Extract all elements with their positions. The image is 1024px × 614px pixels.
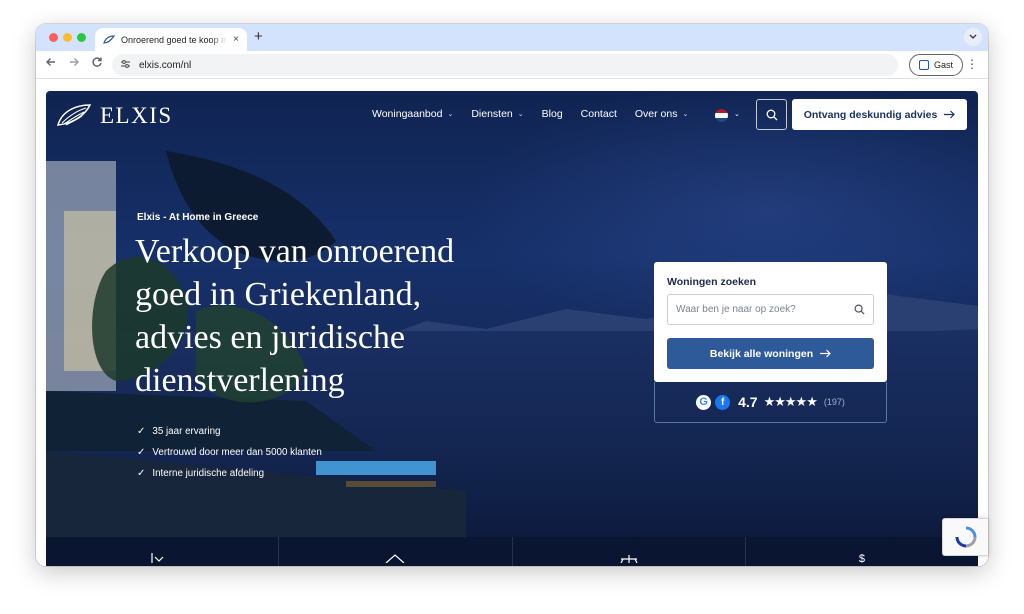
- elxis-logo[interactable]: ELXIS: [56, 103, 173, 129]
- recaptcha-icon: [955, 526, 976, 548]
- benefit-item: ✓ Interne juridische afdeling: [137, 463, 322, 484]
- arrow-right-icon: [70, 58, 79, 66]
- site-search-button[interactable]: [756, 99, 787, 130]
- close-window-button[interactable]: [49, 33, 58, 42]
- benefit-text: Vertrouwd door meer dan 5000 klanten: [152, 447, 322, 458]
- browser-window: Onroerend goed te koop in Griekenland × …: [36, 24, 988, 566]
- new-tab-button[interactable]: +: [254, 28, 263, 45]
- nav-item-contact[interactable]: Contact: [581, 108, 617, 120]
- benefit-item: ✓ Vertrouwd door meer dan 5000 klanten: [137, 442, 322, 463]
- check-icon: ✓: [137, 447, 146, 458]
- benefit-item: ✓ 35 jaar ervaring: [137, 421, 322, 442]
- nav-item-label: Over ons: [634, 108, 678, 120]
- shell-logo-icon: [56, 104, 92, 126]
- feature-item[interactable]: [279, 537, 513, 566]
- hero-section: ELXIS Woningaanbod ⌄ Diensten ⌄ Blog Con…: [46, 91, 978, 566]
- cta-label: Ontvang deskundig advies: [803, 108, 938, 121]
- nav-item-blog[interactable]: Blog: [542, 108, 563, 120]
- more-options-icon[interactable]: ⋮: [966, 57, 978, 71]
- arrow-right-icon: [820, 349, 831, 358]
- forward-button[interactable]: [68, 56, 80, 71]
- back-button[interactable]: [45, 56, 57, 71]
- review-rating-bar[interactable]: G f 4.7 ★★★★★ (197): [654, 382, 887, 423]
- nav-item-label: Contact: [580, 108, 617, 120]
- chevron-down-icon: ⌄: [517, 111, 524, 118]
- property-search-input[interactable]: Waar ben je naar op zoek?: [667, 294, 874, 325]
- browser-toolbar: elxis.com/nl Gast ⋮: [36, 51, 988, 79]
- check-icon: ✓: [137, 468, 146, 479]
- chart-line-icon: [151, 553, 164, 563]
- tab-search-button[interactable]: [964, 28, 982, 46]
- logo-text: ELXIS: [100, 103, 173, 128]
- profile-button[interactable]: Gast: [909, 54, 964, 76]
- rating-score: 4.7: [738, 394, 758, 410]
- facebook-icon: f: [715, 394, 731, 410]
- chevron-down-icon[interactable]: ⌄: [734, 110, 740, 118]
- maximize-window-button[interactable]: [77, 33, 86, 42]
- benefits-list: ✓ 35 jaar ervaring ✓ Vertrouwd door meer d…: [137, 421, 322, 484]
- feature-item[interactable]: [513, 537, 746, 566]
- person-icon: [919, 60, 929, 70]
- chevron-down-icon: [969, 34, 977, 39]
- expert-advice-button[interactable]: Ontvang deskundig advies: [792, 99, 967, 130]
- benefit-text: Interne juridische afdeling: [152, 468, 265, 479]
- url-text[interactable]: elxis.com/nl: [139, 60, 191, 71]
- dollar-icon: $: [858, 553, 865, 565]
- nav-item-woningaanbod[interactable]: Woningaanbod ⌄: [372, 108, 453, 120]
- hero-headline: Verkoop van onroerend goed in Griekenlan…: [135, 233, 455, 399]
- review-count: (197): [823, 397, 845, 407]
- search-card-title: Woningen zoeken: [667, 276, 757, 288]
- profile-label: Gast: [934, 60, 954, 70]
- page-viewport: ELXIS Woningaanbod ⌄ Diensten ⌄ Blog Con…: [36, 79, 988, 566]
- nav-item-label: Diensten: [471, 108, 513, 120]
- recaptcha-badge[interactable]: [942, 518, 988, 556]
- reload-button[interactable]: [91, 56, 103, 71]
- search-placeholder: Waar ben je naar op zoek?: [676, 304, 796, 315]
- star-rating-icon: ★★★★★: [763, 394, 818, 409]
- arrow-left-icon: [46, 58, 55, 66]
- scales-icon: [620, 555, 638, 563]
- chevron-down-icon: ⌄: [447, 111, 454, 118]
- elxis-favicon-icon: [103, 34, 115, 45]
- chevron-down-icon: ⌄: [682, 111, 689, 118]
- tab-strip: Onroerend goed te koop in Griekenland × …: [36, 24, 988, 51]
- nav-item-label: Blog: [541, 108, 563, 120]
- language-selector[interactable]: [715, 109, 728, 122]
- button-label: Bekijk alle woningen: [709, 347, 814, 360]
- minimize-window-button[interactable]: [63, 33, 72, 42]
- nav-item-over-ons[interactable]: Over ons ⌄: [635, 108, 688, 120]
- check-icon: ✓: [137, 426, 146, 437]
- nav-item-diensten[interactable]: Diensten ⌄: [471, 108, 523, 120]
- site-settings-icon[interactable]: [120, 59, 131, 72]
- house-icon: [385, 554, 405, 563]
- benefit-text: 35 jaar ervaring: [152, 426, 221, 437]
- feature-bar: $: [46, 537, 978, 566]
- view-all-properties-button[interactable]: Bekijk alle woningen: [667, 338, 874, 369]
- google-icon: G: [696, 394, 712, 410]
- address-bar[interactable]: elxis.com/nl: [112, 54, 898, 76]
- browser-tab[interactable]: Onroerend goed te koop in Griekenland ×: [95, 28, 247, 51]
- feature-item[interactable]: [46, 537, 280, 566]
- close-tab-icon[interactable]: ×: [233, 34, 239, 45]
- property-search-card: Woningen zoeken Waar ben je naar op zoek…: [654, 262, 887, 382]
- search-icon: [766, 109, 777, 120]
- main-navigation: Woningaanbod ⌄ Diensten ⌄ Blog Contact O…: [372, 108, 688, 120]
- arrow-right-icon: [944, 110, 956, 119]
- search-icon[interactable]: [854, 304, 865, 315]
- hero-eyebrow: Elxis - At Home in Greece: [137, 212, 259, 223]
- nav-item-label: Woningaanbod: [372, 108, 443, 120]
- reload-icon: [92, 57, 102, 67]
- tab-title: Onroerend goed te koop in Griekenland: [121, 34, 228, 45]
